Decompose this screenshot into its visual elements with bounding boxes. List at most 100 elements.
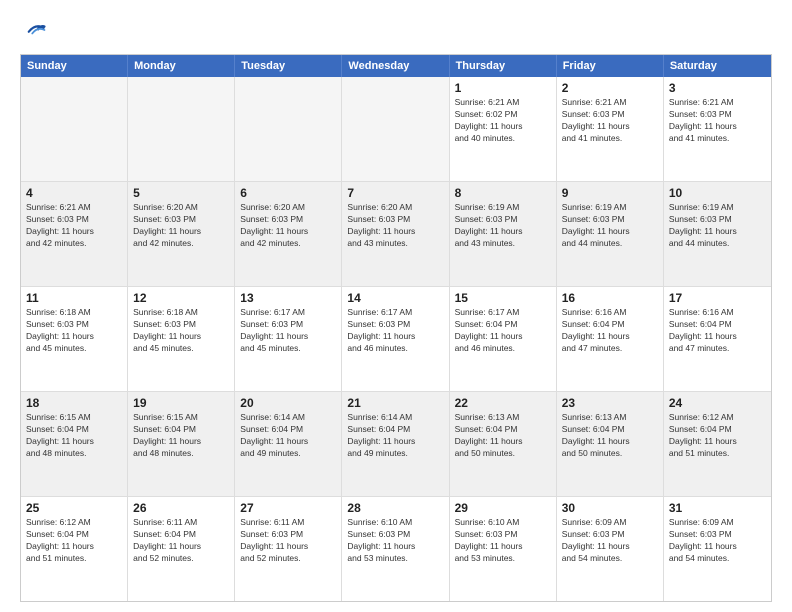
header-day-saturday: Saturday bbox=[664, 55, 771, 77]
day-info: Sunrise: 6:11 AM Sunset: 6:03 PM Dayligh… bbox=[240, 517, 336, 565]
day-number: 9 bbox=[562, 186, 658, 200]
day-cell-21: 21 Sunrise: 6:14 AM Sunset: 6:04 PM Dayli… bbox=[342, 392, 449, 496]
empty-cell-0-1 bbox=[128, 77, 235, 181]
day-number: 8 bbox=[455, 186, 551, 200]
day-info: Sunrise: 6:19 AM Sunset: 6:03 PM Dayligh… bbox=[455, 202, 551, 250]
calendar-row-3: 18 Sunrise: 6:15 AM Sunset: 6:04 PM Dayli… bbox=[21, 391, 771, 496]
day-info: Sunrise: 6:18 AM Sunset: 6:03 PM Dayligh… bbox=[26, 307, 122, 355]
header-day-monday: Monday bbox=[128, 55, 235, 77]
day-info: Sunrise: 6:13 AM Sunset: 6:04 PM Dayligh… bbox=[562, 412, 658, 460]
day-number: 22 bbox=[455, 396, 551, 410]
day-number: 23 bbox=[562, 396, 658, 410]
header-day-friday: Friday bbox=[557, 55, 664, 77]
day-info: Sunrise: 6:19 AM Sunset: 6:03 PM Dayligh… bbox=[669, 202, 766, 250]
day-number: 11 bbox=[26, 291, 122, 305]
day-cell-2: 2 Sunrise: 6:21 AM Sunset: 6:03 PM Daylig… bbox=[557, 77, 664, 181]
day-cell-18: 18 Sunrise: 6:15 AM Sunset: 6:04 PM Dayli… bbox=[21, 392, 128, 496]
day-cell-29: 29 Sunrise: 6:10 AM Sunset: 6:03 PM Dayli… bbox=[450, 497, 557, 601]
day-cell-28: 28 Sunrise: 6:10 AM Sunset: 6:03 PM Dayli… bbox=[342, 497, 449, 601]
day-cell-13: 13 Sunrise: 6:17 AM Sunset: 6:03 PM Dayli… bbox=[235, 287, 342, 391]
day-cell-31: 31Sunrise: 6:09 AM Sunset: 6:03 PM Dayli… bbox=[664, 497, 771, 601]
day-cell-1: 1 Sunrise: 6:21 AM Sunset: 6:02 PM Daylig… bbox=[450, 77, 557, 181]
day-info: Sunrise: 6:19 AM Sunset: 6:03 PM Dayligh… bbox=[562, 202, 658, 250]
day-info: Sunrise: 6:10 AM Sunset: 6:03 PM Dayligh… bbox=[347, 517, 443, 565]
calendar-row-1: 4 Sunrise: 6:21 AM Sunset: 6:03 PM Daylig… bbox=[21, 181, 771, 286]
day-number: 29 bbox=[455, 501, 551, 515]
day-cell-6: 6 Sunrise: 6:20 AM Sunset: 6:03 PM Daylig… bbox=[235, 182, 342, 286]
day-number: 16 bbox=[562, 291, 658, 305]
day-info: Sunrise: 6:17 AM Sunset: 6:04 PM Dayligh… bbox=[455, 307, 551, 355]
day-cell-23: 23 Sunrise: 6:13 AM Sunset: 6:04 PM Dayli… bbox=[557, 392, 664, 496]
day-cell-25: 25 Sunrise: 6:12 AM Sunset: 6:04 PM Dayli… bbox=[21, 497, 128, 601]
logo bbox=[20, 16, 52, 44]
day-number: 28 bbox=[347, 501, 443, 515]
day-cell-8: 8 Sunrise: 6:19 AM Sunset: 6:03 PM Daylig… bbox=[450, 182, 557, 286]
day-info: Sunrise: 6:12 AM Sunset: 6:04 PM Dayligh… bbox=[669, 412, 766, 460]
day-info: Sunrise: 6:09 AM Sunset: 6:03 PM Dayligh… bbox=[669, 517, 766, 565]
day-cell-22: 22Sunrise: 6:13 AM Sunset: 6:04 PM Dayli… bbox=[450, 392, 557, 496]
empty-cell-0-3 bbox=[342, 77, 449, 181]
day-info: Sunrise: 6:14 AM Sunset: 6:04 PM Dayligh… bbox=[347, 412, 443, 460]
day-number: 10 bbox=[669, 186, 766, 200]
calendar: SundayMondayTuesdayWednesdayThursdayFrid… bbox=[20, 54, 772, 602]
day-info: Sunrise: 6:17 AM Sunset: 6:03 PM Dayligh… bbox=[240, 307, 336, 355]
day-info: Sunrise: 6:21 AM Sunset: 6:03 PM Dayligh… bbox=[669, 97, 766, 145]
day-info: Sunrise: 6:09 AM Sunset: 6:03 PM Dayligh… bbox=[562, 517, 658, 565]
day-number: 30 bbox=[562, 501, 658, 515]
day-cell-7: 7Sunrise: 6:20 AM Sunset: 6:03 PM Daylig… bbox=[342, 182, 449, 286]
day-info: Sunrise: 6:15 AM Sunset: 6:04 PM Dayligh… bbox=[26, 412, 122, 460]
day-cell-11: 11 Sunrise: 6:18 AM Sunset: 6:03 PM Dayli… bbox=[21, 287, 128, 391]
day-info: Sunrise: 6:20 AM Sunset: 6:03 PM Dayligh… bbox=[133, 202, 229, 250]
header bbox=[20, 16, 772, 44]
day-number: 2 bbox=[562, 81, 658, 95]
day-info: Sunrise: 6:11 AM Sunset: 6:04 PM Dayligh… bbox=[133, 517, 229, 565]
day-cell-19: 19 Sunrise: 6:15 AM Sunset: 6:04 PM Dayli… bbox=[128, 392, 235, 496]
day-number: 26 bbox=[133, 501, 229, 515]
generalblue-logo-icon bbox=[20, 16, 48, 44]
day-number: 1 bbox=[455, 81, 551, 95]
day-info: Sunrise: 6:21 AM Sunset: 6:02 PM Dayligh… bbox=[455, 97, 551, 145]
day-number: 6 bbox=[240, 186, 336, 200]
day-number: 27 bbox=[240, 501, 336, 515]
day-info: Sunrise: 6:21 AM Sunset: 6:03 PM Dayligh… bbox=[26, 202, 122, 250]
day-info: Sunrise: 6:14 AM Sunset: 6:04 PM Dayligh… bbox=[240, 412, 336, 460]
day-cell-10: 10 Sunrise: 6:19 AM Sunset: 6:03 PM Dayli… bbox=[664, 182, 771, 286]
day-cell-24: 24 Sunrise: 6:12 AM Sunset: 6:04 PM Dayli… bbox=[664, 392, 771, 496]
day-info: Sunrise: 6:20 AM Sunset: 6:03 PM Dayligh… bbox=[240, 202, 336, 250]
calendar-row-0: 1 Sunrise: 6:21 AM Sunset: 6:02 PM Daylig… bbox=[21, 77, 771, 181]
day-cell-17: 17Sunrise: 6:16 AM Sunset: 6:04 PM Dayli… bbox=[664, 287, 771, 391]
calendar-body: 1 Sunrise: 6:21 AM Sunset: 6:02 PM Daylig… bbox=[21, 77, 771, 601]
header-day-thursday: Thursday bbox=[450, 55, 557, 77]
day-info: Sunrise: 6:15 AM Sunset: 6:04 PM Dayligh… bbox=[133, 412, 229, 460]
day-number: 18 bbox=[26, 396, 122, 410]
day-info: Sunrise: 6:16 AM Sunset: 6:04 PM Dayligh… bbox=[669, 307, 766, 355]
day-number: 4 bbox=[26, 186, 122, 200]
day-number: 24 bbox=[669, 396, 766, 410]
day-cell-20: 20Sunrise: 6:14 AM Sunset: 6:04 PM Dayli… bbox=[235, 392, 342, 496]
header-day-wednesday: Wednesday bbox=[342, 55, 449, 77]
day-cell-16: 16Sunrise: 6:16 AM Sunset: 6:04 PM Dayli… bbox=[557, 287, 664, 391]
day-number: 5 bbox=[133, 186, 229, 200]
header-day-tuesday: Tuesday bbox=[235, 55, 342, 77]
day-number: 14 bbox=[347, 291, 443, 305]
day-number: 25 bbox=[26, 501, 122, 515]
page: SundayMondayTuesdayWednesdayThursdayFrid… bbox=[0, 0, 792, 612]
day-number: 13 bbox=[240, 291, 336, 305]
day-cell-26: 26 Sunrise: 6:11 AM Sunset: 6:04 PM Dayli… bbox=[128, 497, 235, 601]
empty-cell-0-0 bbox=[21, 77, 128, 181]
day-info: Sunrise: 6:21 AM Sunset: 6:03 PM Dayligh… bbox=[562, 97, 658, 145]
day-number: 12 bbox=[133, 291, 229, 305]
calendar-row-2: 11 Sunrise: 6:18 AM Sunset: 6:03 PM Dayli… bbox=[21, 286, 771, 391]
day-number: 3 bbox=[669, 81, 766, 95]
day-cell-9: 9 Sunrise: 6:19 AM Sunset: 6:03 PM Daylig… bbox=[557, 182, 664, 286]
day-info: Sunrise: 6:12 AM Sunset: 6:04 PM Dayligh… bbox=[26, 517, 122, 565]
day-info: Sunrise: 6:10 AM Sunset: 6:03 PM Dayligh… bbox=[455, 517, 551, 565]
day-cell-4: 4 Sunrise: 6:21 AM Sunset: 6:03 PM Daylig… bbox=[21, 182, 128, 286]
day-number: 21 bbox=[347, 396, 443, 410]
day-cell-27: 27 Sunrise: 6:11 AM Sunset: 6:03 PM Dayli… bbox=[235, 497, 342, 601]
day-cell-30: 30 Sunrise: 6:09 AM Sunset: 6:03 PM Dayli… bbox=[557, 497, 664, 601]
day-number: 15 bbox=[455, 291, 551, 305]
day-number: 19 bbox=[133, 396, 229, 410]
day-cell-14: 14Sunrise: 6:17 AM Sunset: 6:03 PM Dayli… bbox=[342, 287, 449, 391]
day-cell-12: 12Sunrise: 6:18 AM Sunset: 6:03 PM Dayli… bbox=[128, 287, 235, 391]
